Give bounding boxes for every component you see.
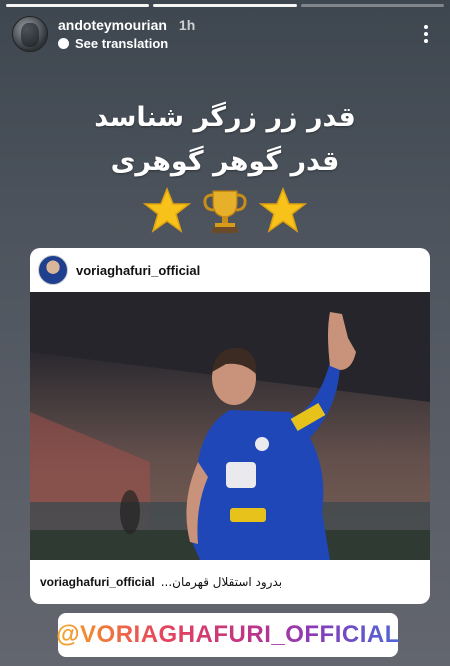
translate-icon xyxy=(58,38,69,49)
story-header: andoteymourian 1h See translation xyxy=(12,14,438,54)
player-photo xyxy=(30,292,430,560)
caption-line-2: قدر گوهر گوهری xyxy=(110,146,340,177)
mention-sticker[interactable]: @VORIAGHAFURI_OFFICIAL xyxy=(56,613,400,657)
post-header: voriaghafuri_official xyxy=(30,248,430,292)
story-caption: قدر زر زرگر شناسد قدر گوهر گوهری xyxy=(0,96,450,184)
mention-text: @VORIAGHAFURI_OFFICIAL xyxy=(56,621,400,648)
progress-segment xyxy=(300,4,444,7)
post-username[interactable]: voriaghafuri_official xyxy=(76,263,200,278)
story-meta: andoteymourian 1h See translation xyxy=(58,17,195,51)
progress-segment xyxy=(6,4,150,7)
trophy-icon xyxy=(203,190,247,233)
shared-post-card[interactable]: voriaghafuri_official voriaghafuri_offic… xyxy=(30,248,430,604)
caption-line-1: قدر زر زرگر شناسد xyxy=(94,102,356,133)
caption-text: بدرود استقلال قهرمان... xyxy=(160,575,283,589)
see-translation-label: See translation xyxy=(75,36,169,51)
see-translation-button[interactable]: See translation xyxy=(58,36,195,51)
post-caption: voriaghafuri_official بدرود استقلال قهرم… xyxy=(30,560,430,604)
timestamp: 1h xyxy=(178,17,196,33)
post-photo[interactable] xyxy=(30,292,430,560)
more-options-icon[interactable] xyxy=(418,22,434,46)
username[interactable]: andoteymourian xyxy=(58,17,167,33)
star-icon xyxy=(258,186,308,233)
story-progress-bar xyxy=(6,4,444,7)
post-avatar[interactable] xyxy=(38,255,68,285)
star-icon xyxy=(142,186,192,233)
avatar[interactable] xyxy=(12,16,48,52)
progress-segment xyxy=(153,4,297,7)
caption-username[interactable]: voriaghafuri_official xyxy=(40,575,155,589)
user-row: andoteymourian 1h xyxy=(58,17,195,33)
emoji-row xyxy=(0,186,450,236)
